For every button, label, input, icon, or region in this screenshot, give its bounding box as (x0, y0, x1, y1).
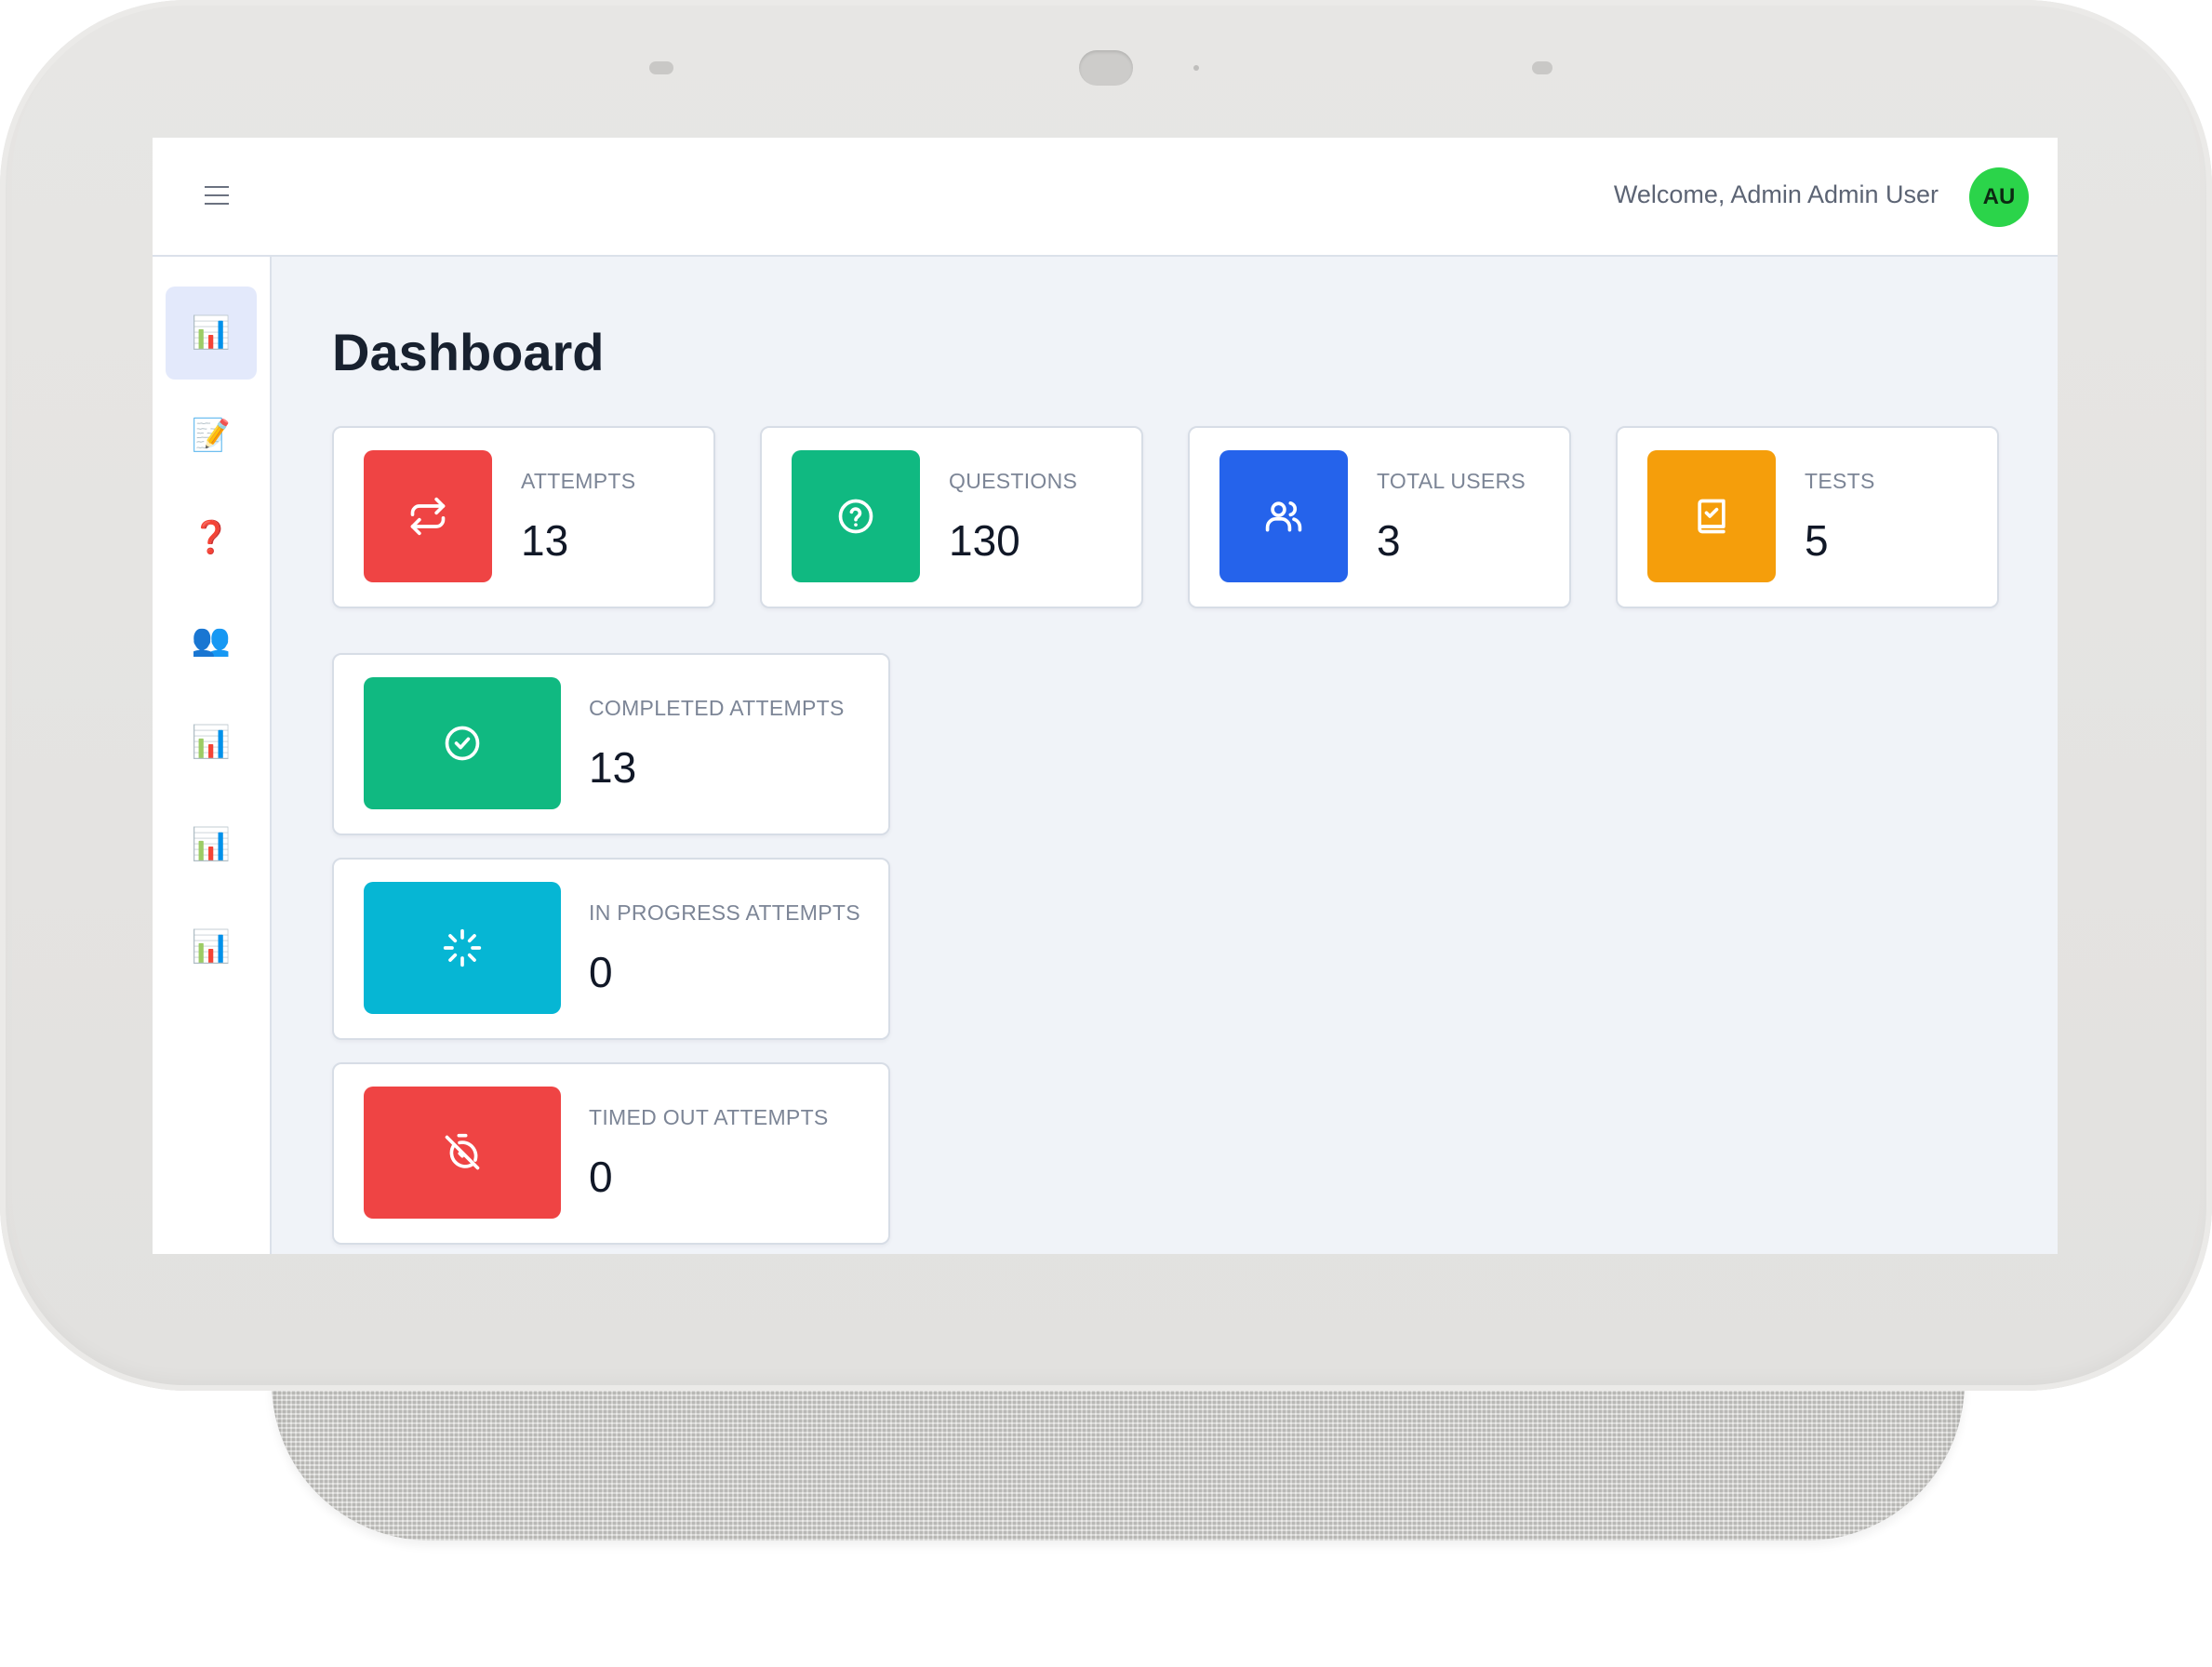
stat-label: QUESTIONS (949, 469, 1078, 493)
sidebar-item-report-1[interactable]: 📊 (166, 696, 257, 789)
camera-icon (1079, 50, 1133, 86)
bar-chart-icon: 📊 (191, 827, 232, 862)
stat-label: ATTEMPTS (521, 469, 636, 493)
sidebar-item-questions[interactable]: ❓ (166, 491, 257, 584)
stat-value: 3 (1377, 516, 1401, 565)
stat-card-questions[interactable]: QUESTIONS 130 (760, 426, 1143, 608)
sidebar-item-report-2[interactable]: 📊 (166, 798, 257, 891)
icon-box (364, 450, 492, 582)
stat-card-total-users[interactable]: TOTAL USERS 3 (1188, 426, 1571, 608)
light-sensor (1193, 65, 1199, 71)
icon-box (364, 677, 561, 809)
main-content: Dashboard ATTEMPTS 13 QUESTIONS 130 TOTA… (272, 257, 2058, 1254)
icon-box (1647, 450, 1776, 582)
users-icon (1265, 501, 1302, 532)
repeat-arrows-icon (410, 497, 446, 536)
book-check-icon (1698, 499, 1726, 534)
loader-icon (443, 928, 482, 967)
stat-card-attempts[interactable]: ATTEMPTS 13 (332, 426, 715, 608)
stat-value: 0 (589, 948, 613, 996)
users-icon: 👥 (191, 622, 232, 658)
check-circle-icon (445, 726, 480, 761)
stat-label: TESTS (1805, 469, 1875, 493)
sidebar: 📊 📝 ❓ 👥 📊 📊 📊 (153, 257, 272, 1254)
bar-chart-icon: 📊 (191, 315, 232, 351)
sensor-right (1532, 61, 1552, 74)
stat-card-completed-attempts[interactable]: COMPLETED ATTEMPTS 13 (332, 653, 890, 835)
icon-box (364, 1087, 561, 1219)
sidebar-item-users[interactable]: 👥 (166, 593, 257, 687)
memo-icon: 📝 (191, 418, 232, 453)
stat-value: 13 (521, 516, 569, 565)
stat-card-in-progress-attempts[interactable]: IN PROGRESS ATTEMPTS 0 (332, 858, 890, 1040)
timer-off-icon (445, 1133, 480, 1170)
hamburger-menu-icon[interactable] (205, 186, 231, 207)
stat-card-tests[interactable]: TESTS 5 (1616, 426, 1999, 608)
device-frame: Welcome, Admin Admin User AU 📊 📝 ❓ 👥 📊 📊 (0, 0, 2212, 1391)
question-mark-icon: ❓ (191, 520, 232, 555)
stat-label: COMPLETED ATTEMPTS (589, 696, 845, 720)
screen: Welcome, Admin Admin User AU 📊 📝 ❓ 👥 📊 📊 (153, 138, 2058, 1254)
stat-value: 5 (1805, 516, 1829, 565)
stat-label: TOTAL USERS (1377, 469, 1526, 493)
bar-chart-icon: 📊 (191, 725, 232, 760)
sensor-left (649, 61, 673, 74)
sidebar-item-dashboard[interactable]: 📊 (166, 287, 257, 380)
stat-value: 130 (949, 516, 1020, 565)
page-title: Dashboard (332, 323, 605, 381)
stat-value: 0 (589, 1153, 613, 1201)
icon-box (1219, 450, 1348, 582)
stat-value: 13 (589, 743, 637, 792)
top-bar: Welcome, Admin Admin User AU (153, 138, 2058, 257)
bar-chart-icon: 📊 (191, 929, 232, 965)
stat-card-timed-out-attempts[interactable]: TIMED OUT ATTEMPTS 0 (332, 1062, 890, 1245)
question-circle-icon (838, 499, 873, 534)
icon-box (364, 882, 561, 1014)
stat-label: IN PROGRESS ATTEMPTS (589, 900, 860, 925)
avatar[interactable]: AU (1969, 167, 2029, 227)
stat-label: TIMED OUT ATTEMPTS (589, 1105, 829, 1129)
icon-box (792, 450, 920, 582)
welcome-text: Welcome, Admin Admin User (1613, 180, 1939, 208)
sidebar-item-tests[interactable]: 📝 (166, 389, 257, 482)
sidebar-item-report-3[interactable]: 📊 (166, 900, 257, 994)
